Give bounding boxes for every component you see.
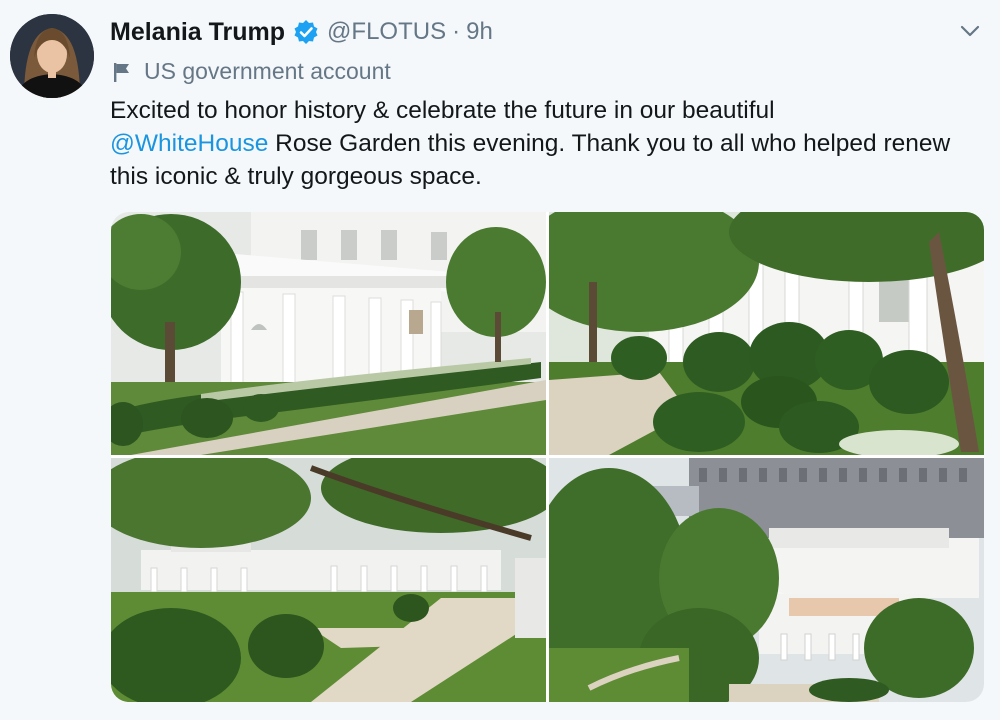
photo-colonnade[interactable] bbox=[111, 212, 546, 455]
photo-boxwoods[interactable] bbox=[549, 212, 984, 455]
government-label-text: US government account bbox=[144, 58, 391, 84]
separator: · bbox=[452, 18, 461, 45]
tweet: Melania Trump @FLOTUS · 9h US government… bbox=[0, 0, 1000, 720]
avatar[interactable] bbox=[10, 14, 94, 98]
verified-badge-icon bbox=[293, 19, 319, 45]
tweet-text: Excited to honor history & celebrate the… bbox=[110, 94, 980, 193]
tweet-text-part1: Excited to honor history & celebrate the… bbox=[110, 97, 775, 124]
handle[interactable]: @FLOTUS bbox=[327, 18, 446, 46]
photo-lawn-path[interactable] bbox=[111, 458, 546, 702]
flag-icon bbox=[112, 61, 132, 83]
government-label: US government account bbox=[112, 58, 391, 85]
chevron-down-icon[interactable] bbox=[958, 22, 982, 40]
photo-gallery bbox=[111, 212, 984, 702]
mention-link[interactable]: @WhiteHouse bbox=[110, 130, 268, 157]
display-name[interactable]: Melania Trump bbox=[110, 18, 285, 47]
photo-aerial[interactable] bbox=[549, 458, 984, 702]
timestamp[interactable]: 9h bbox=[466, 18, 493, 46]
tweet-header: Melania Trump @FLOTUS · 9h bbox=[110, 14, 493, 50]
